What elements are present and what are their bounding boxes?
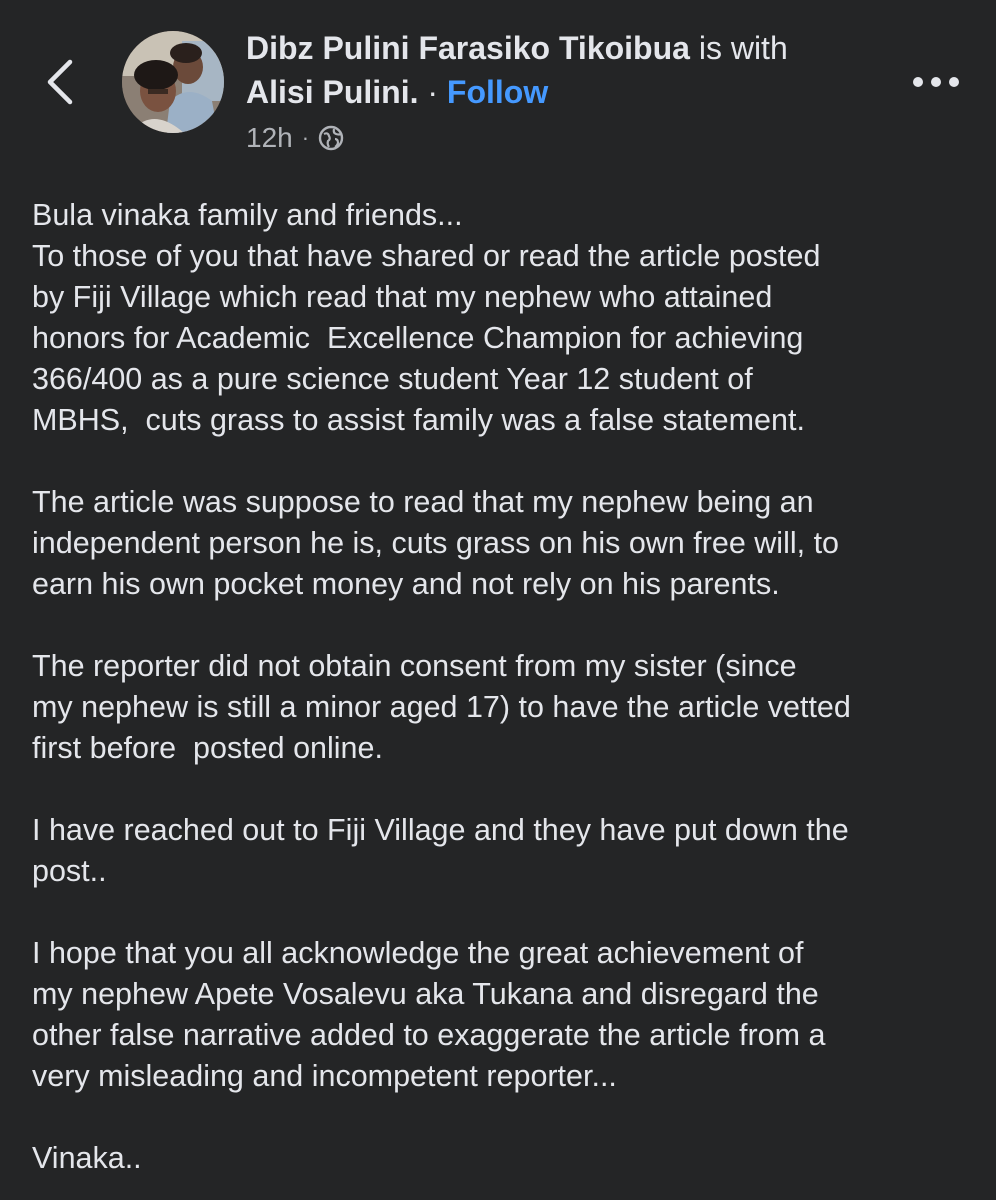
tagged-name[interactable]: Alisi Pulini. <box>246 74 418 110</box>
post-line: I hope that you all acknowledge the grea… <box>32 936 804 970</box>
post-line: 366/400 as a pure science student Year 1… <box>32 362 753 396</box>
more-horizontal-icon <box>913 77 959 87</box>
post-line: The article was suppose to read that my … <box>32 485 814 519</box>
with-text: is with <box>689 30 788 66</box>
more-options-button[interactable] <box>906 62 966 102</box>
post-line: my nephew Apete Vosalevu aka Tukana and … <box>32 977 819 1011</box>
timestamp[interactable]: 12h <box>246 122 293 154</box>
post-paragraph: Bula vinaka family and friends... To tho… <box>32 195 972 441</box>
post-line: very misleading and incompetent reporter… <box>32 1059 617 1093</box>
post-line: honors for Academic Excellence Champion … <box>32 321 804 355</box>
author-name[interactable]: Dibz Pulini Farasiko Tikoibua <box>246 30 690 66</box>
post-line: by Fiji Village which read that my nephe… <box>32 280 773 314</box>
post-paragraph: I have reached out to Fiji Village and t… <box>32 810 972 892</box>
post-line: To those of you that have shared or read… <box>32 239 821 273</box>
post-line: Bula vinaka family and friends... <box>32 198 463 232</box>
post-body: Bula vinaka family and friends... To tho… <box>32 195 972 1200</box>
post-line: first before posted online. <box>32 731 383 765</box>
meta-separator: · <box>301 125 310 150</box>
post-line: I have reached out to Fiji Village and t… <box>32 813 849 847</box>
back-button[interactable] <box>36 52 86 112</box>
post-line: Vinaka.. <box>32 1141 142 1175</box>
post-header: Dibz Pulini Farasiko Tikoibua is with Al… <box>0 0 996 170</box>
avatar-photo <box>122 31 224 133</box>
post-line: earn his own pocket money and not rely o… <box>32 567 780 601</box>
post-line: independent person he is, cuts grass on … <box>32 526 840 560</box>
follow-button[interactable]: Follow <box>447 74 548 110</box>
separator: · <box>418 74 447 110</box>
post-paragraph: Vinaka.. <box>32 1138 972 1179</box>
post-line: post.. <box>32 854 107 888</box>
post-line: my nephew is still a minor aged 17) to h… <box>32 690 851 724</box>
post-line: other false narrative added to exaggerat… <box>32 1018 826 1052</box>
post-line: The reporter did not obtain consent from… <box>32 649 797 683</box>
globe-icon[interactable] <box>318 125 344 151</box>
author-line: Dibz Pulini Farasiko Tikoibua is with Al… <box>246 26 886 114</box>
chevron-left-icon <box>47 59 73 105</box>
post-meta: 12h · <box>246 118 344 158</box>
post-paragraph: I hope that you all acknowledge the grea… <box>32 933 972 1097</box>
post-paragraph: The article was suppose to read that my … <box>32 482 972 605</box>
author-avatar[interactable] <box>122 31 224 133</box>
post-line: MBHS, cuts grass to assist family was a … <box>32 403 805 437</box>
post-paragraph: The reporter did not obtain consent from… <box>32 646 972 769</box>
